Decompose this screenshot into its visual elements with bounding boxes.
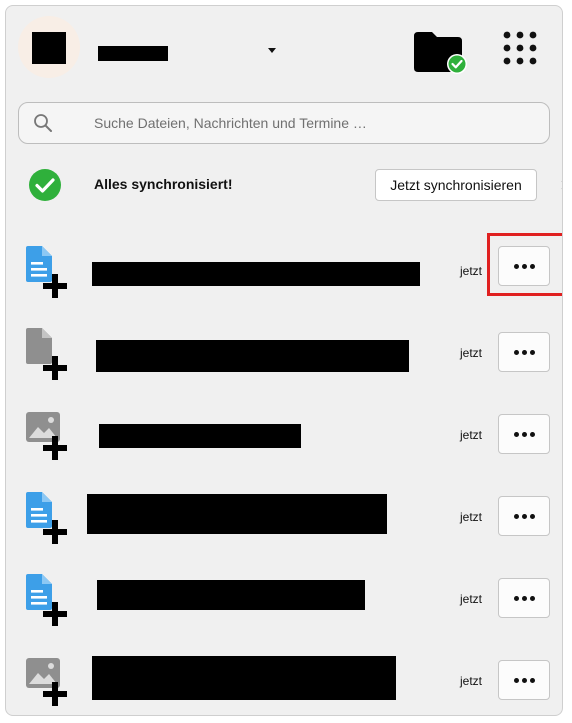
activity-item: jetzt [6,246,562,328]
apps-grid-icon[interactable] [500,28,540,68]
document-added-icon [26,492,67,544]
search-input[interactable] [92,114,526,132]
dot [529,513,535,519]
dot [529,263,535,269]
activity-item: jetzt [6,410,562,492]
sync-now-button[interactable]: Jetzt synchronisieren [375,169,537,201]
dot [521,513,527,519]
file-name-redacted [92,656,396,700]
avatar[interactable] [18,16,80,78]
more-options-button[interactable] [498,578,550,618]
folder-synced-icon[interactable] [412,28,470,74]
more-options-button[interactable] [498,660,550,700]
dot [513,513,519,519]
activity-item: jetzt [6,574,562,656]
header [6,6,562,96]
dot [521,263,527,269]
activity-time: jetzt [460,346,483,360]
file-added-icon [26,328,67,380]
dot [513,677,519,683]
dot [521,677,527,683]
activity-time: jetzt [460,674,483,688]
dot [529,349,535,355]
dot [529,677,535,683]
file-name-redacted [96,340,409,372]
activity-time: jetzt [460,592,483,606]
dot [513,349,519,355]
dot [529,431,535,437]
dot [521,349,527,355]
file-name-redacted [87,494,387,534]
activity-item: jetzt [6,492,562,574]
avatar-image-redacted [32,32,66,64]
activity-time: jetzt [460,264,483,278]
activity-time: jetzt [460,510,483,524]
dot [513,431,519,437]
sync-ok-icon [29,169,61,201]
account-name-redacted[interactable] [98,46,168,61]
more-options-button[interactable] [498,246,550,286]
image-added-icon [26,412,67,460]
chevron-down-icon[interactable] [264,42,280,58]
dot [513,595,519,601]
dot [513,263,519,269]
file-name-redacted [97,580,365,610]
activity-item: jetzt [6,656,562,715]
dot [529,595,535,601]
sync-status-text: Alles synchronisiert! [94,176,233,192]
document-added-icon [26,574,67,626]
app-window: Alles synchronisiert! Jetzt synchronisie… [5,5,563,716]
document-added-icon [26,246,67,298]
dot [521,595,527,601]
image-added-icon [26,658,67,706]
more-options-button[interactable] [498,414,550,454]
activity-item: jetzt [6,328,562,410]
dot [521,431,527,437]
search-bar[interactable] [18,102,550,144]
more-options-button[interactable] [498,332,550,372]
chevron-right-icon [557,180,562,190]
search-icon [34,114,52,132]
more-options-button[interactable] [498,496,550,536]
file-name-redacted [99,424,301,448]
file-name-redacted [92,262,420,286]
activity-time: jetzt [460,428,483,442]
